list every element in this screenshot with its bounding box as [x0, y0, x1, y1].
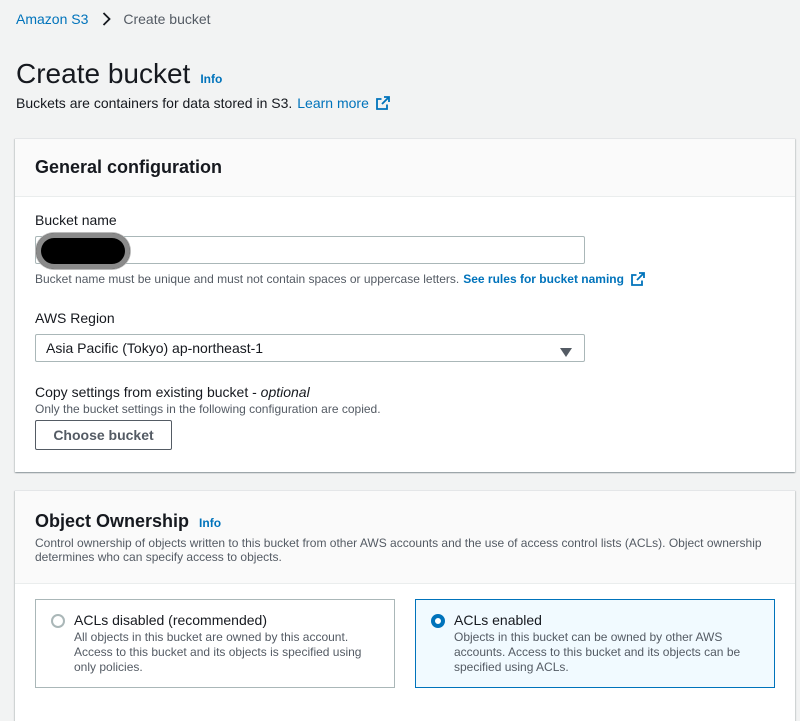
page-header: Create bucket Info [16, 58, 222, 90]
breadcrumb-amazon-s3[interactable]: Amazon S3 [16, 11, 88, 27]
object-ownership-title: Object Ownership [35, 511, 190, 531]
bucket-name-input[interactable] [35, 233, 585, 269]
caret-down-icon [560, 344, 572, 360]
general-configuration-panel: General configuration Bucket name Bucket… [15, 138, 795, 472]
acls-enabled-description: Objects in this bucket can be owned by o… [454, 630, 741, 674]
object-ownership-panel: Object Ownership Info Control ownership … [15, 490, 795, 721]
chevron-right-icon [102, 12, 112, 26]
acls-enabled-title: ACLs enabled [454, 612, 542, 628]
choose-bucket-button[interactable]: Choose bucket [35, 420, 172, 450]
aws-region-label: AWS Region [35, 310, 115, 326]
acls-disabled-tile[interactable]: ACLs disabled (recommended) All objects … [35, 599, 395, 688]
aws-region-value: Asia Pacific (Tokyo) ap-northeast-1 [46, 340, 264, 356]
object-ownership-description: Control ownership of objects written to … [35, 536, 762, 564]
copy-settings-label-text: Copy settings from existing bucket - [35, 384, 261, 400]
page-info-link[interactable]: Info [200, 72, 222, 86]
copy-settings-label: Copy settings from existing bucket - opt… [35, 384, 310, 400]
breadcrumb: Amazon S3 Create bucket [16, 11, 211, 27]
learn-more-link[interactable]: Learn more [297, 95, 390, 111]
acls-disabled-radio[interactable] [51, 614, 65, 628]
object-ownership-info-link[interactable]: Info [199, 516, 221, 530]
general-configuration-header: General configuration [15, 139, 795, 197]
learn-more-label: Learn more [297, 95, 369, 111]
general-configuration-title: General configuration [35, 157, 223, 177]
page-description: Buckets are containers for data stored i… [16, 95, 390, 111]
object-ownership-title-row: Object Ownership Info [35, 511, 221, 532]
page-title: Create bucket [16, 58, 191, 89]
acls-enabled-tile[interactable]: ACLs enabled Objects in this bucket can … [415, 599, 775, 688]
bucket-name-label: Bucket name [35, 212, 117, 228]
bucket-name-hint: Bucket name must be unique and must not … [35, 272, 645, 286]
bucket-name-hint-text: Bucket name must be unique and must not … [35, 272, 460, 286]
object-ownership-header: Object Ownership Info Control ownership … [15, 491, 795, 584]
bucket-naming-rules-link[interactable]: See rules for bucket naming [463, 272, 645, 286]
redacted-bucket-name [36, 233, 130, 269]
acls-disabled-title: ACLs disabled (recommended) [74, 612, 267, 628]
copy-settings-hint: Only the bucket settings in the followin… [35, 402, 381, 416]
breadcrumb-current: Create bucket [123, 11, 211, 27]
bucket-naming-rules-label: See rules for bucket naming [463, 272, 624, 286]
acls-enabled-radio[interactable] [431, 614, 445, 628]
acls-disabled-description: All objects in this bucket are owned by … [74, 630, 362, 674]
external-link-icon [631, 272, 645, 286]
aws-region-select[interactable]: Asia Pacific (Tokyo) ap-northeast-1 [35, 334, 585, 362]
copy-settings-optional: optional [260, 384, 310, 400]
external-link-icon [375, 96, 390, 110]
page-description-text: Buckets are containers for data stored i… [16, 95, 293, 111]
